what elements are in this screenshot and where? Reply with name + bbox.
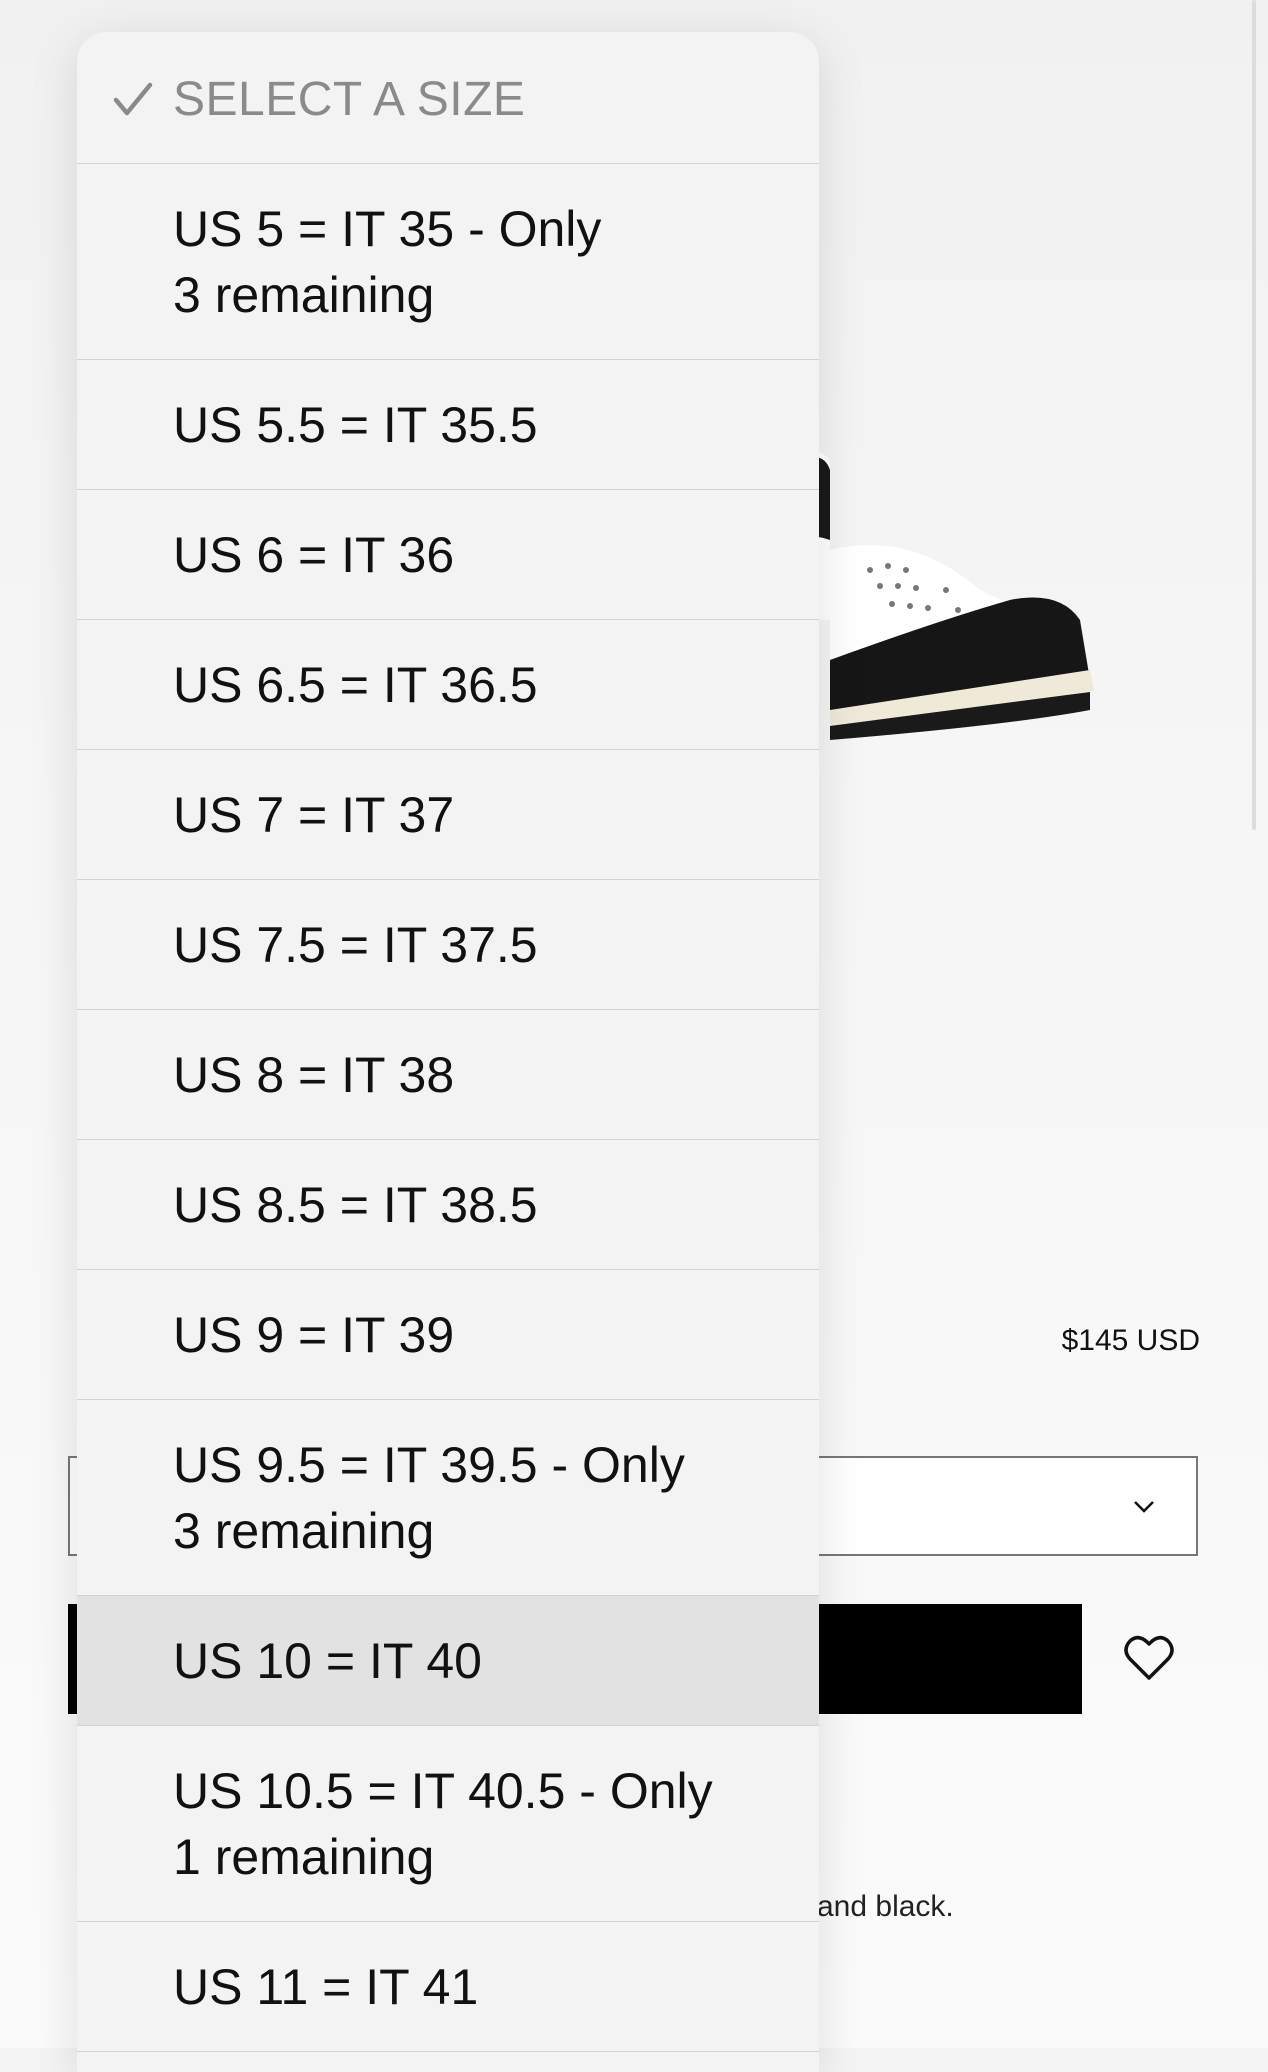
chevron-down-icon [1134, 1501, 1154, 1513]
size-option-label: US 7.5 = IT 37.5 [173, 916, 538, 973]
product-price: $145 USD [1061, 1324, 1200, 1357]
size-option-label: US 8.5 = IT 38.5 [173, 1176, 538, 1233]
size-option-highlighted[interactable]: US 10 = IT 40 [77, 1596, 819, 1726]
size-option[interactable]: US 7 = IT 37 [77, 750, 819, 880]
size-option[interactable]: US 5 = IT 35 - Only 3 remaining [77, 164, 819, 360]
size-option-label: US 6 = IT 36 [173, 526, 455, 583]
size-option-label: US 5.5 = IT 35.5 [173, 396, 538, 453]
size-option-label: US 6.5 = IT 36.5 [173, 656, 538, 713]
page-scrollbar[interactable] [1252, 0, 1256, 830]
size-option[interactable]: US 6.5 = IT 36.5 [77, 620, 819, 750]
size-option[interactable]: US 6 = IT 36 [77, 490, 819, 620]
description-text: and black. [817, 1890, 954, 1923]
heart-icon[interactable] [1124, 1634, 1174, 1682]
size-option[interactable]: US 11 = IT 41 [77, 1922, 819, 2052]
size-option[interactable]: US 8 = IT 38 [77, 1010, 819, 1140]
size-option[interactable]: US 7.5 = IT 37.5 [77, 880, 819, 1010]
size-option-label: US 9.5 = IT 39.5 - Only 3 remaining [173, 1436, 685, 1559]
dropdown-header-label: SELECT A SIZE [173, 73, 526, 126]
size-option-label: US 11 = IT 41 [173, 1958, 479, 2015]
size-option-label: US 8 = IT 38 [173, 1046, 455, 1103]
size-option-label: US 5 = IT 35 - Only 3 remaining [173, 200, 602, 323]
size-dropdown[interactable]: SELECT A SIZE US 5 = IT 35 - Only 3 rema… [77, 32, 819, 2072]
check-icon [113, 82, 153, 116]
size-option-label: US 10.5 = IT 40.5 - Only 1 remaining [173, 1762, 713, 1885]
dropdown-header[interactable]: SELECT A SIZE [77, 32, 819, 164]
size-option[interactable]: US 8.5 = IT 38.5 [77, 1140, 819, 1270]
size-option-label: US 10 = IT 40 [173, 1632, 482, 1689]
size-option[interactable]: US 9.5 = IT 39.5 - Only 3 remaining [77, 1400, 819, 1596]
size-option[interactable]: US 9 = IT 39 [77, 1270, 819, 1400]
size-option[interactable]: US 10.5 = IT 40.5 - Only 1 remaining [77, 1726, 819, 1922]
size-option[interactable]: US 5.5 = IT 35.5 [77, 360, 819, 490]
size-option-label: US 9 = IT 39 [173, 1306, 455, 1363]
size-option-label: US 7 = IT 37 [173, 786, 455, 843]
